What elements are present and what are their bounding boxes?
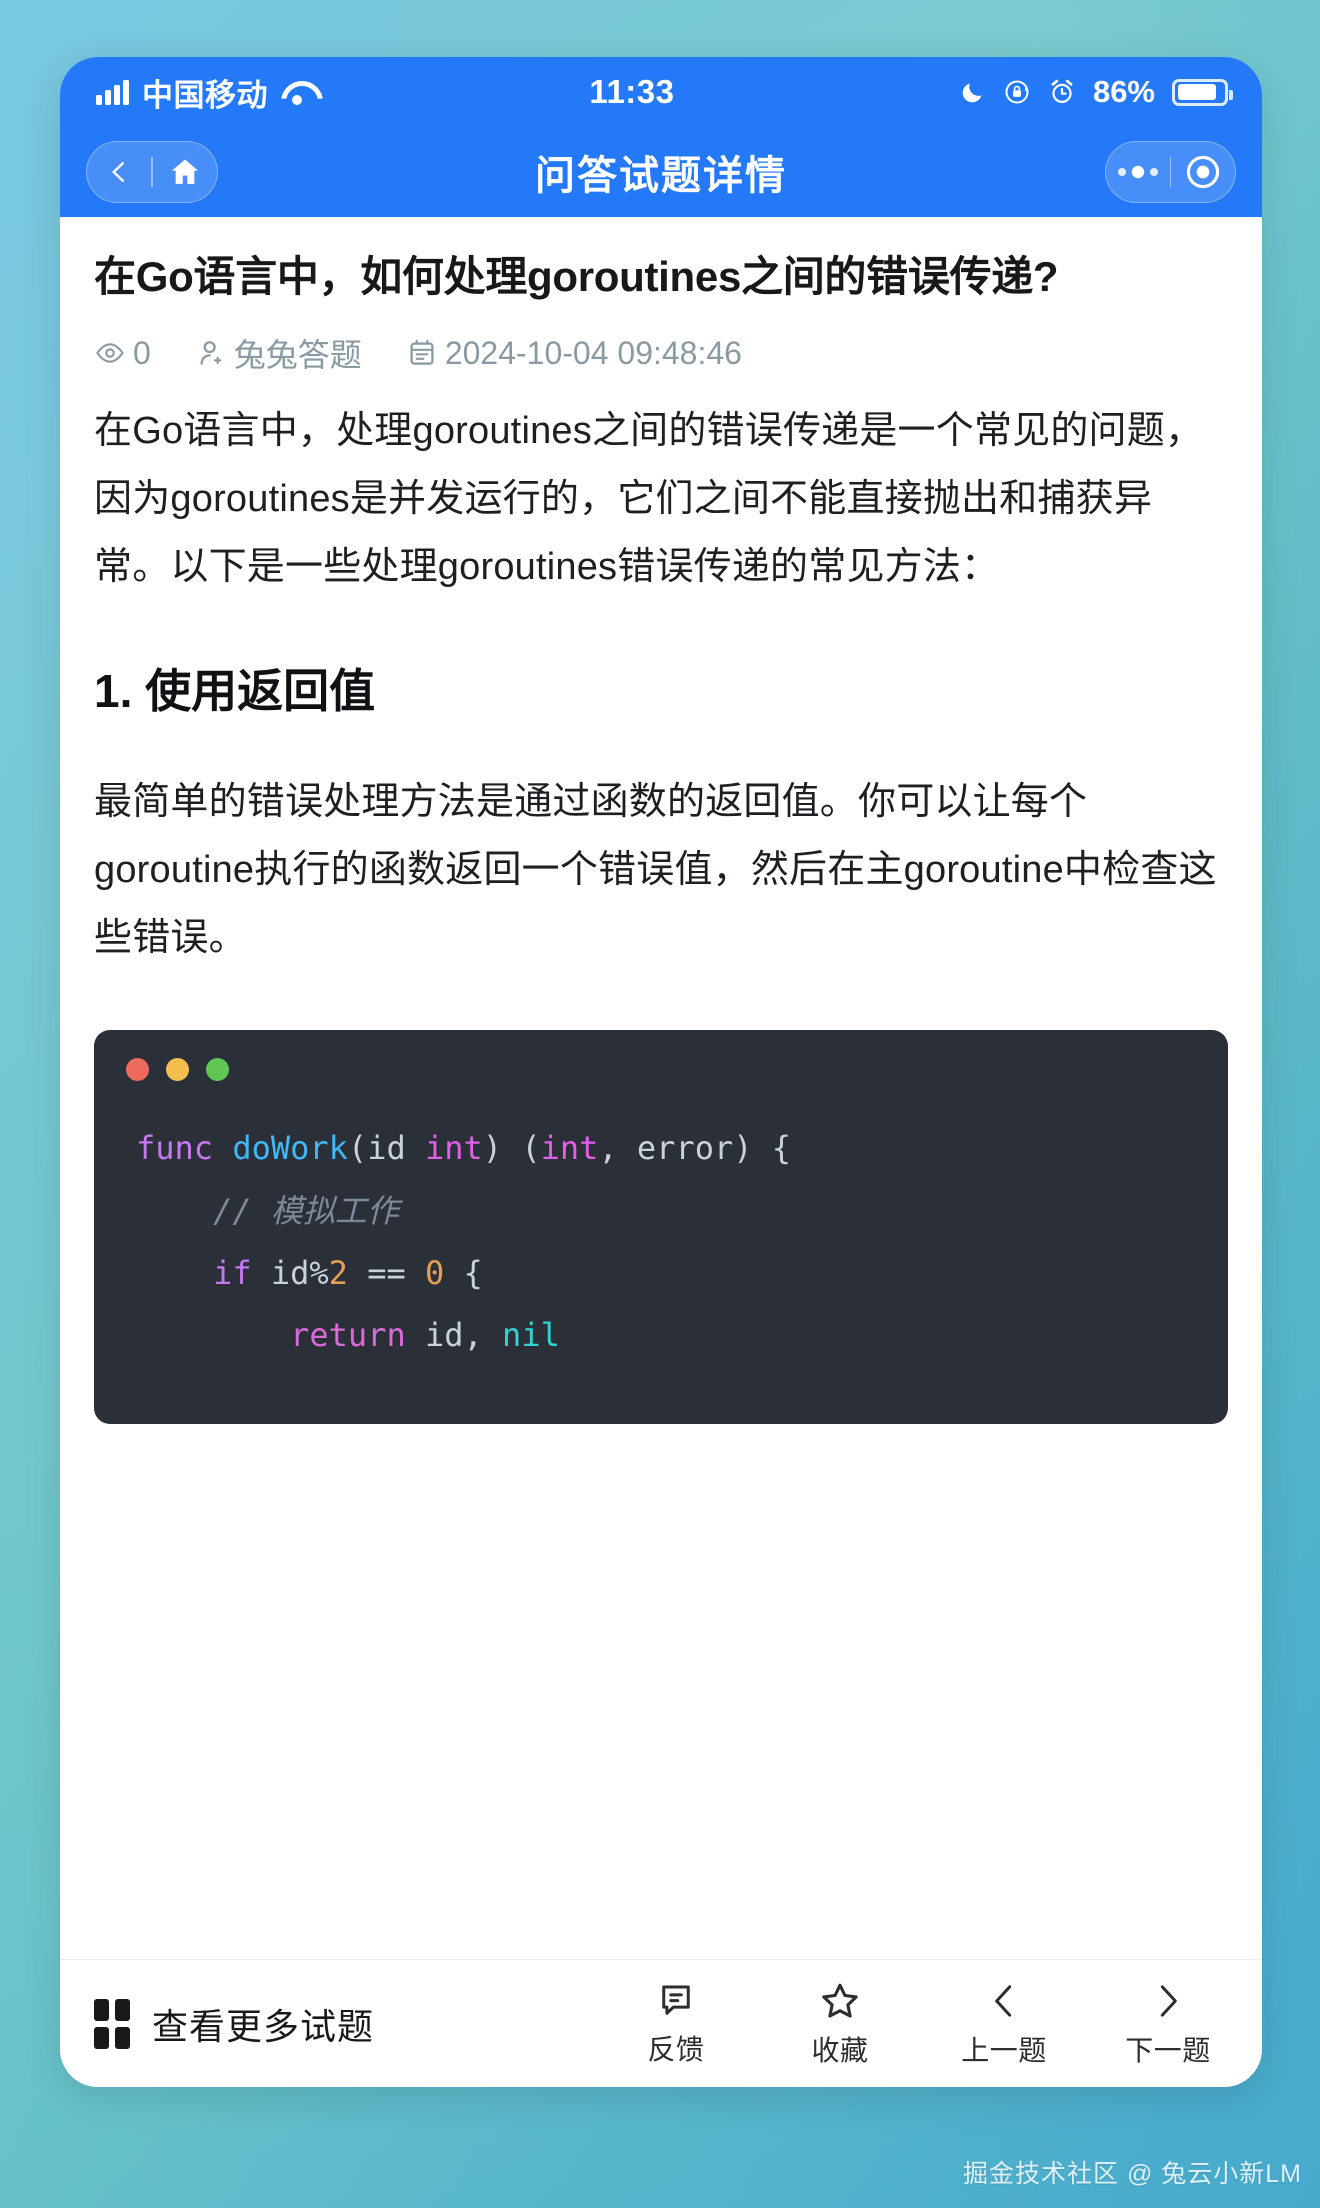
prev-question-label: 上一题 [961, 2034, 1047, 2066]
question-title: 在Go语言中，如何处理goroutines之间的错误传递? [94, 253, 1059, 300]
code-token: // 模拟工作 [136, 1191, 399, 1230]
view-count-label: 0 [133, 334, 151, 371]
more-dots-icon [1117, 165, 1158, 179]
code-token: return [290, 1316, 406, 1355]
feedback-button[interactable]: 反馈 [622, 1980, 730, 2068]
article-content: 在Go语言中，如何处理goroutines之间的错误传递? 0 兔兔答题 202… [60, 217, 1262, 1959]
eye-icon [96, 343, 124, 364]
code-token: id% [251, 1253, 329, 1292]
status-bar-left: 中国移动 [96, 70, 313, 115]
navigation-bar: 问答试题详情 [60, 127, 1262, 217]
favorite-button[interactable]: 收藏 [786, 1979, 894, 2069]
bottom-toolbar: 查看更多试题 反馈 收藏 上一题 下一题 [60, 1959, 1262, 2087]
feedback-label: 反馈 [647, 2033, 705, 2065]
nav-right-capsule [1104, 141, 1236, 203]
back-button[interactable] [87, 141, 151, 203]
favorite-label: 收藏 [811, 2034, 869, 2066]
toolbar-actions: 反馈 收藏 上一题 下一题 [622, 1979, 1222, 2069]
home-icon [171, 159, 198, 184]
code-window-dots [94, 1030, 1228, 1082]
code-token: func [136, 1129, 233, 1168]
grid-icon [94, 1998, 130, 2049]
alarm-icon [1051, 79, 1073, 104]
app-header: 中国移动 11:33 86% 问答试题详情 [60, 57, 1262, 217]
calendar-icon [410, 340, 434, 366]
battery-icon [1172, 78, 1233, 106]
carrier-label: 中国移动 [142, 77, 268, 113]
feedback-icon [662, 1985, 690, 2015]
article-heading-1: 1. 使用返回值 [94, 665, 376, 718]
close-button[interactable] [1171, 141, 1235, 203]
article-paragraph-1: 最简单的错误处理方法是通过函数的返回值。你可以让每个goroutine执行的函数… [94, 781, 1217, 959]
code-token: ) ( [482, 1129, 541, 1168]
chevron-left-icon [112, 162, 124, 182]
chevron-right-icon [1160, 1984, 1177, 2017]
next-question-button[interactable]: 下一题 [1114, 1979, 1222, 2069]
wifi-icon [281, 80, 313, 105]
watermark: 掘金技术社区 @ 兔云小新LM [963, 2160, 1302, 2188]
code-token: nil [502, 1316, 560, 1355]
publish-date: 2024-10-04 09:48:46 [406, 335, 742, 372]
author-label: 兔兔答题 [233, 337, 362, 374]
view-more-label: 查看更多试题 [152, 2005, 375, 2047]
publish-date-label: 2024-10-04 09:48:46 [444, 334, 742, 371]
battery-percent-label: 86% [1092, 74, 1155, 109]
phone-frame: 中国移动 11:33 86% 问答试题详情 在Go语言中，如何处理gorouti… [60, 57, 1262, 2087]
signal-icon [96, 79, 129, 105]
article-intro: 在Go语言中，处理goroutines之间的错误传递是一个常见的问题，因为gor… [94, 410, 1204, 588]
code-token: { [444, 1253, 483, 1292]
code-token: 0 [424, 1253, 445, 1292]
code-dot-red [126, 1058, 149, 1082]
chevron-left-icon [995, 1984, 1012, 2017]
user-icon [200, 341, 222, 366]
code-content: func doWork(id int) (int, error) { // 模拟… [94, 1081, 1228, 1367]
code-token: if [213, 1253, 252, 1292]
view-more-button[interactable]: 查看更多试题 [94, 1998, 374, 2050]
rotation-lock-icon [1005, 80, 1029, 104]
code-token: , error) { [598, 1129, 792, 1168]
page-title: 问答试题详情 [535, 154, 787, 198]
code-token: int [540, 1129, 599, 1168]
nav-left-capsule [86, 141, 218, 203]
star-icon [822, 1983, 858, 2018]
view-count: 0 [94, 335, 151, 372]
code-token: id, [405, 1316, 503, 1355]
code-dot-green [206, 1058, 229, 1082]
home-button[interactable] [153, 141, 217, 203]
code-token: int [424, 1129, 483, 1168]
code-token: doWork [232, 1129, 348, 1168]
code-token: 2 [328, 1253, 348, 1292]
question-meta: 0 兔兔答题 2024-10-04 09:48:46 [94, 330, 1228, 376]
target-circle-icon [1186, 155, 1220, 189]
status-bar-right: 86% [959, 74, 1233, 110]
prev-question-button[interactable]: 上一题 [950, 1979, 1058, 2069]
menu-button[interactable] [1106, 141, 1170, 203]
code-token: (id [347, 1129, 425, 1168]
status-bar-clock: 11:33 [589, 73, 675, 110]
author: 兔兔答题 [195, 330, 362, 376]
moon-icon [962, 83, 982, 102]
status-bar: 中国移动 11:33 86% [60, 57, 1262, 127]
code-dot-yellow [166, 1058, 189, 1082]
code-block: func doWork(id int) (int, error) { // 模拟… [94, 1030, 1228, 1425]
code-token: == [347, 1253, 425, 1292]
next-question-label: 下一题 [1125, 2034, 1211, 2066]
